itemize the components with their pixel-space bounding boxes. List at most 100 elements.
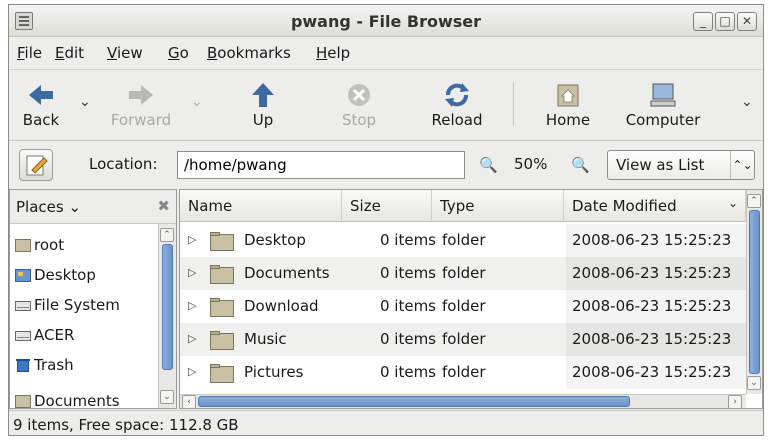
places-dropdown[interactable]: Places ⌄ [16, 198, 81, 216]
reload-icon [445, 83, 469, 107]
toggle-location-entry-button[interactable] [19, 149, 53, 181]
sidebar-item-label: root [34, 236, 65, 254]
expand-triangle-icon[interactable]: ▷ [188, 365, 196, 378]
sidebar-item-root[interactable]: root [10, 230, 158, 260]
stop-label: Stop [341, 111, 377, 129]
folder-icon [15, 395, 31, 408]
sidebar-item-label: ACER [34, 326, 75, 344]
location-input[interactable] [177, 151, 465, 179]
expand-triangle-icon[interactable]: ▷ [188, 266, 196, 279]
scroll-down-arrow-icon[interactable]: ⌄ [747, 376, 761, 390]
file-date-modified: 2008-06-23 15:25:23 [566, 224, 746, 257]
folder-icon [210, 331, 234, 350]
column-header-type[interactable]: Type [432, 190, 564, 222]
expand-triangle-icon[interactable]: ▷ [188, 233, 196, 246]
places-sidebar: Places ⌄ ✖ root Desktop File System ACER… [9, 189, 177, 410]
reload-label: Reload [431, 111, 483, 129]
places-label: Places [16, 198, 64, 216]
sidebar-item-acer[interactable]: ACER [10, 320, 158, 350]
sidebar-item-file-system[interactable]: File System [10, 290, 158, 320]
updown-chevron-icon: ⌃⌄ [730, 151, 754, 179]
back-button[interactable]: Back [13, 70, 69, 140]
scroll-right-arrow-icon[interactable]: › [728, 395, 742, 409]
status-text: 9 items, Free space: 112.8 GB [13, 416, 239, 434]
close-sidebar-icon[interactable]: ✖ [157, 197, 170, 215]
folder-icon [210, 232, 234, 251]
home-button[interactable]: Home [535, 70, 601, 140]
file-list: Name Size Type Date Modified ⌄ ▷ Desktop… [179, 189, 763, 409]
up-label: Up [252, 111, 274, 129]
toolbar-overflow-chevron-icon[interactable]: ⌄ [741, 94, 753, 110]
close-button[interactable]: ✕ [737, 12, 757, 31]
computer-button[interactable]: Computer [615, 70, 711, 140]
trash-icon [16, 359, 30, 372]
sidebar-scrollbar[interactable]: ⌃ ⌄ [158, 224, 176, 408]
column-header-name[interactable]: Name [180, 190, 342, 222]
menu-view[interactable]: View [107, 44, 143, 62]
up-button[interactable]: Up [235, 70, 291, 140]
column-header-size[interactable]: Size [342, 190, 432, 222]
table-row[interactable]: ▷ Music 0 items folder 2008-06-23 15:25:… [180, 323, 746, 356]
file-list-vertical-scrollbar[interactable]: ⌃ ⌄ [746, 190, 762, 394]
menu-file[interactable]: File [17, 44, 42, 62]
scroll-left-arrow-icon[interactable]: ‹ [182, 395, 196, 409]
expand-triangle-icon[interactable]: ▷ [188, 299, 196, 312]
file-list-horizontal-scroll-thumb[interactable] [198, 396, 630, 407]
up-arrow-icon [252, 83, 274, 107]
stop-button[interactable]: Stop [329, 70, 389, 140]
scroll-down-arrow-icon[interactable]: ⌄ [160, 390, 174, 404]
forward-history-chevron-icon[interactable]: ⌄ [191, 94, 203, 110]
view-mode-select[interactable]: View as List ⌃⌄ [607, 150, 755, 180]
sidebar-item-label: Trash [34, 356, 74, 374]
file-size: 0 items [379, 264, 436, 282]
file-size: 0 items [379, 363, 436, 381]
file-date-modified: 2008-06-23 15:25:23 [566, 356, 746, 389]
stop-icon [348, 84, 370, 106]
file-date-modified: 2008-06-23 15:25:23 [566, 290, 746, 323]
column-header-date-modified[interactable]: Date Modified ⌄ [564, 190, 746, 222]
file-type: folder [442, 363, 486, 381]
forward-button[interactable]: Forward [101, 70, 181, 140]
scroll-up-arrow-icon[interactable]: ⌃ [747, 194, 761, 208]
file-name: Pictures [244, 363, 304, 381]
home-folder-icon [557, 84, 579, 107]
file-size: 0 items [379, 231, 436, 249]
maximize-button[interactable]: □ [715, 12, 735, 31]
file-size: 0 items [379, 330, 436, 348]
drive-icon [15, 301, 31, 311]
reload-button[interactable]: Reload [419, 70, 495, 140]
toolbar-separator [513, 82, 514, 126]
menu-edit[interactable]: Edit [55, 44, 84, 62]
menu-bookmarks[interactable]: Bookmarks [207, 44, 291, 62]
menu-go[interactable]: Go [168, 44, 189, 62]
table-row[interactable]: ▷ Pictures 0 items folder 2008-06-23 15:… [180, 356, 746, 389]
file-name: Download [244, 297, 319, 315]
file-list-vertical-scroll-thumb[interactable] [749, 210, 760, 374]
back-history-chevron-icon[interactable]: ⌄ [79, 94, 91, 110]
sidebar-item-desktop[interactable]: Desktop [10, 260, 158, 290]
zoom-out-icon[interactable]: 🔍 [479, 156, 498, 174]
file-list-horizontal-scrollbar[interactable]: ‹ › [180, 394, 746, 409]
title-bar[interactable]: pwang - File Browser _ □ ✕ [9, 5, 763, 37]
zoom-level[interactable]: 50% [514, 155, 547, 173]
forward-arrow-icon [129, 85, 153, 105]
sidebar-item-trash[interactable]: Trash [10, 350, 158, 380]
minimize-button[interactable]: _ [693, 12, 713, 31]
toolbar: Back ⌄ Forward ⌄ Up Stop Reload Home Com… [9, 69, 763, 141]
expand-triangle-icon[interactable]: ▷ [188, 332, 196, 345]
back-label: Back [22, 111, 60, 129]
sidebar-item-label: Desktop [34, 266, 96, 284]
file-type: folder [442, 231, 486, 249]
table-row[interactable]: ▷ Documents 0 items folder 2008-06-23 15… [180, 257, 746, 290]
edit-pencil-icon [26, 155, 48, 176]
table-row[interactable]: ▷ Desktop 0 items folder 2008-06-23 15:2… [180, 224, 746, 257]
menu-help[interactable]: Help [316, 44, 350, 62]
file-type: folder [442, 264, 486, 282]
sidebar-item-label: Documents [34, 392, 120, 410]
sidebar-scroll-thumb[interactable] [162, 244, 173, 370]
scroll-up-arrow-icon[interactable]: ⌃ [160, 228, 174, 242]
table-row[interactable]: ▷ Download 0 items folder 2008-06-23 15:… [180, 290, 746, 323]
desktop-icon [15, 269, 31, 282]
zoom-in-icon[interactable]: 🔍 [571, 156, 590, 174]
file-date-modified: 2008-06-23 15:25:23 [566, 257, 746, 290]
